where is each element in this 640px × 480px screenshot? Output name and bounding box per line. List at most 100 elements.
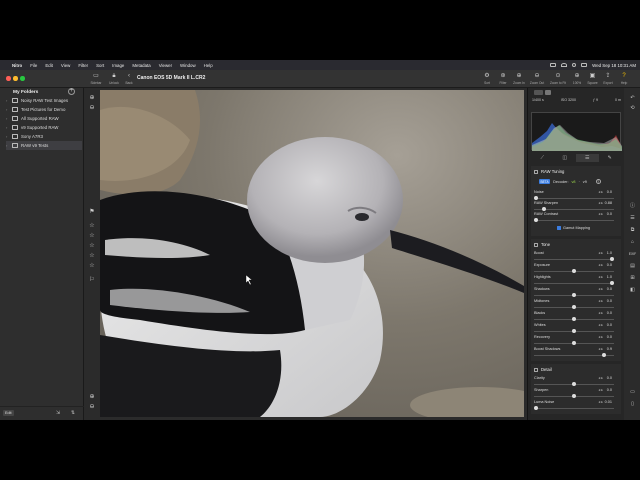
zoom-out-icon[interactable]: ⊖ — [87, 104, 97, 113]
reject-flag-icon[interactable]: ⚐ — [87, 276, 97, 285]
tag-icon[interactable]: ⌂ — [628, 238, 637, 246]
stepper-icon[interactable]: ◂ ▸ — [598, 263, 603, 267]
slider-handle[interactable] — [572, 329, 576, 333]
close-window-button[interactable] — [6, 76, 11, 81]
star-icon[interactable]: ☆ — [87, 252, 97, 261]
slider-blacks[interactable]: Blacks ◂ ▸ 0.0 — [534, 311, 618, 323]
toggle-icon[interactable] — [545, 90, 551, 95]
star-icon[interactable]: ☆ — [87, 242, 97, 251]
stepper-icon[interactable]: ◂ ▸ — [598, 190, 603, 194]
battery-icon[interactable] — [550, 63, 557, 67]
stepper-icon[interactable]: ◂ ▸ — [598, 376, 603, 380]
list-icon[interactable]: ☰ — [628, 214, 637, 222]
slider-handle[interactable] — [602, 353, 607, 357]
stepper-icon[interactable]: ◂ ▸ — [598, 323, 603, 327]
slider-handle[interactable] — [534, 196, 538, 200]
menu-sort[interactable]: Sort — [96, 63, 104, 68]
slider-handle[interactable] — [610, 257, 614, 261]
slider-handle[interactable] — [572, 341, 576, 345]
slider-highlights[interactable]: Highlights ◂ ▸ 1.0 — [534, 275, 618, 287]
zoom-100-button[interactable]: ⊕ 100% — [570, 72, 584, 85]
raw-tuning-header[interactable]: RAW Tuning — [534, 169, 564, 174]
slider-handle[interactable] — [534, 218, 538, 222]
folder-item-selected[interactable]: › RAW v9 Tests — [6, 141, 82, 150]
decoder-v9-option[interactable]: v9 — [583, 180, 587, 184]
stepper-icon[interactable]: ◂ ▸ — [598, 287, 603, 291]
tab-retouch[interactable]: ✎ — [599, 154, 622, 162]
stepper-icon[interactable]: ◂ ▸ — [598, 335, 603, 339]
slider-midtones[interactable]: Midtones ◂ ▸ 0.0 — [534, 299, 618, 311]
tone-header[interactable]: Tone — [534, 242, 550, 247]
tab-crop[interactable]: ⟋ — [531, 154, 554, 162]
star-icon[interactable]: ☆ — [87, 232, 97, 241]
square-button[interactable]: ▣ Square — [585, 72, 600, 85]
slider-clarity[interactable]: Clarity ◂ ▸ 0.0 — [534, 376, 618, 388]
tone-checkbox[interactable] — [534, 242, 538, 247]
slider-handle[interactable] — [572, 382, 576, 386]
slider-boost[interactable]: Boost ◂ ▸ 1.0 — [534, 251, 618, 263]
folder-item[interactable]: › Test Pictures for Demo — [6, 105, 82, 114]
menu-image[interactable]: Image — [112, 63, 124, 68]
slider-handle[interactable] — [572, 394, 576, 398]
star-icon[interactable]: ☆ — [87, 222, 97, 231]
slider-recovery[interactable]: Recovery ◂ ▸ 0.0 — [534, 335, 618, 347]
presets-icon[interactable]: ▭ — [628, 388, 637, 396]
detail-checkbox[interactable] — [534, 367, 538, 372]
gamut-mapping-row[interactable]: Gamut Mapping — [557, 226, 590, 230]
grid-icon[interactable]: ⊞ — [628, 274, 637, 282]
menu-viewer[interactable]: Viewer — [159, 63, 172, 68]
compare-icon[interactable]: ◧ — [628, 286, 637, 294]
folder-item[interactable]: › Sony A7R3 — [6, 132, 82, 141]
slider-handle[interactable] — [541, 207, 546, 211]
exif-icon[interactable]: EXIF — [628, 250, 637, 258]
stepper-icon[interactable]: ◂ ▸ — [598, 299, 603, 303]
toggle-icon[interactable] — [534, 90, 543, 95]
slider-boost-shadows[interactable]: Boost Shadows ◂ ▸ 0.9 — [534, 347, 618, 359]
zoom-in-button[interactable]: ⊕ Zoom In — [511, 72, 527, 85]
stepper-icon[interactable]: ◂ ▸ — [598, 275, 603, 279]
stepper-icon[interactable]: ◂ ▸ — [598, 347, 603, 351]
info-icon[interactable]: ⓘ — [628, 202, 637, 210]
slider-luma-noise[interactable]: Luma Noise ◂ ▸ 0.01 — [534, 400, 618, 412]
menubar-clock[interactable]: Wed Sep 18 10:31 AM — [592, 63, 636, 68]
slider-whites[interactable]: Whites ◂ ▸ 0.0 — [534, 323, 618, 335]
slider-raw-contrast[interactable]: RAW Contrast ◂ ▸ 0.0 — [534, 212, 618, 224]
zoom-window-button[interactable] — [20, 76, 25, 81]
wifi-icon[interactable] — [561, 63, 568, 67]
menu-window[interactable]: Window — [180, 63, 196, 68]
folder-item[interactable]: › All Supported RAW — [6, 114, 82, 123]
copy-icon[interactable]: ⧉ — [628, 226, 637, 234]
stepper-icon[interactable]: ◂ ▸ — [598, 251, 603, 255]
import-button[interactable]: ⇲ — [54, 410, 62, 417]
panel-toggle-icon[interactable]: ▯ — [628, 400, 637, 408]
slider-handle[interactable] — [572, 293, 576, 297]
menu-metadata[interactable]: Metadata — [132, 63, 150, 68]
zoom-out-icon[interactable]: ⊖ — [87, 403, 97, 412]
add-folder-button[interactable]: + — [68, 88, 75, 95]
slider-handle[interactable] — [572, 269, 576, 273]
slider-shadows[interactable]: Shadows ◂ ▸ 0.0 — [534, 287, 618, 299]
zoom-in-icon[interactable]: ⊕ — [87, 393, 97, 402]
sort-order-button[interactable]: ⇅ — [69, 410, 77, 417]
gamut-mapping-checkbox[interactable] — [557, 226, 561, 230]
stepper-icon[interactable]: ◂ ▸ — [598, 311, 603, 315]
edit-badge[interactable]: Edit — [3, 410, 14, 416]
stepper-icon[interactable]: ◂ ▸ — [598, 212, 603, 216]
detail-header[interactable]: Detail — [534, 367, 552, 372]
tab-color[interactable]: ◫ — [554, 154, 577, 162]
menu-filter[interactable]: Filter — [78, 63, 88, 68]
menu-nitro[interactable]: Nitro — [12, 63, 22, 68]
slider-handle[interactable] — [534, 406, 538, 410]
stepper-icon[interactable]: ◂ ▸ — [598, 201, 603, 205]
sort-button[interactable]: ⚙ Sort — [480, 72, 494, 85]
undo-icon[interactable]: ↶ — [628, 94, 637, 102]
star-icon[interactable]: ☆ — [87, 262, 97, 271]
menu-file[interactable]: File — [30, 63, 37, 68]
image-viewer[interactable] — [100, 90, 524, 417]
stepper-icon[interactable]: ◂ ▸ — [598, 400, 603, 404]
menu-view[interactable]: View — [61, 63, 70, 68]
menu-edit[interactable]: Edit — [45, 63, 53, 68]
decoder-help-icon[interactable]: ? — [595, 179, 601, 184]
control-center-icon[interactable] — [581, 63, 588, 67]
stepper-icon[interactable]: ◂ ▸ — [598, 388, 603, 392]
